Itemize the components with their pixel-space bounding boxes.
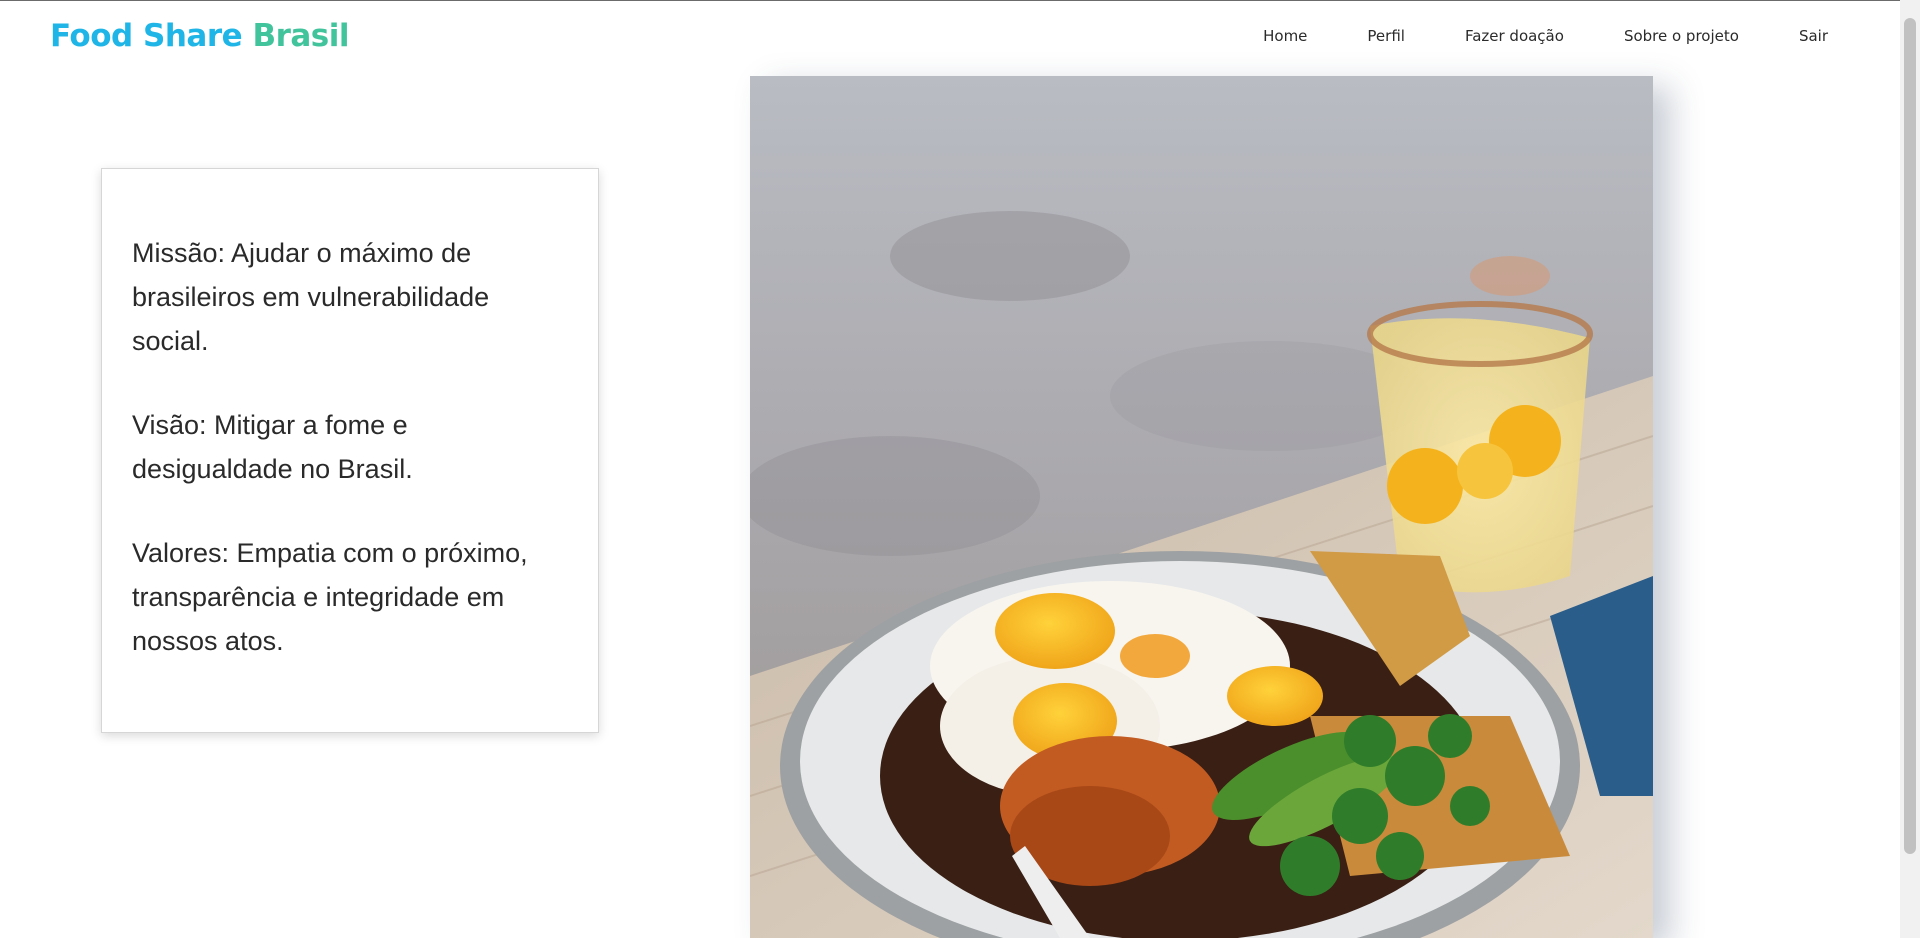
vision-text: Visão: Mitigar a fome e desigualdade no … — [132, 410, 413, 484]
brand-logo[interactable]: Food Share Brasil — [50, 18, 349, 54]
nav-link-perfil[interactable]: Perfil — [1367, 27, 1405, 45]
navbar: Food Share Brasil Home Perfil Fazer doaç… — [0, 1, 1900, 71]
nav-link-sobre-o-projeto[interactable]: Sobre o projeto — [1624, 27, 1739, 45]
brand-name-part1: Food Share — [50, 18, 243, 54]
nav-link-home[interactable]: Home — [1263, 27, 1307, 45]
vertical-scrollbar[interactable] — [1900, 0, 1920, 938]
brand-name-part2: Brasil — [252, 18, 349, 54]
values-text: Valores: Empatia com o próximo, transpar… — [132, 538, 528, 656]
mission-text: Missão: Ajudar o máximo de brasileiros e… — [132, 238, 490, 356]
mission-card: Missão: Ajudar o máximo de brasileiros e… — [101, 168, 599, 733]
nav-link-fazer-doacao[interactable]: Fazer doação — [1465, 27, 1564, 45]
nav-menu: Home Perfil Fazer doação Sobre o projeto… — [1263, 27, 1828, 45]
hero-food-image — [750, 76, 1653, 938]
nav-link-sair[interactable]: Sair — [1799, 27, 1828, 45]
scrollbar-thumb[interactable] — [1904, 18, 1916, 854]
